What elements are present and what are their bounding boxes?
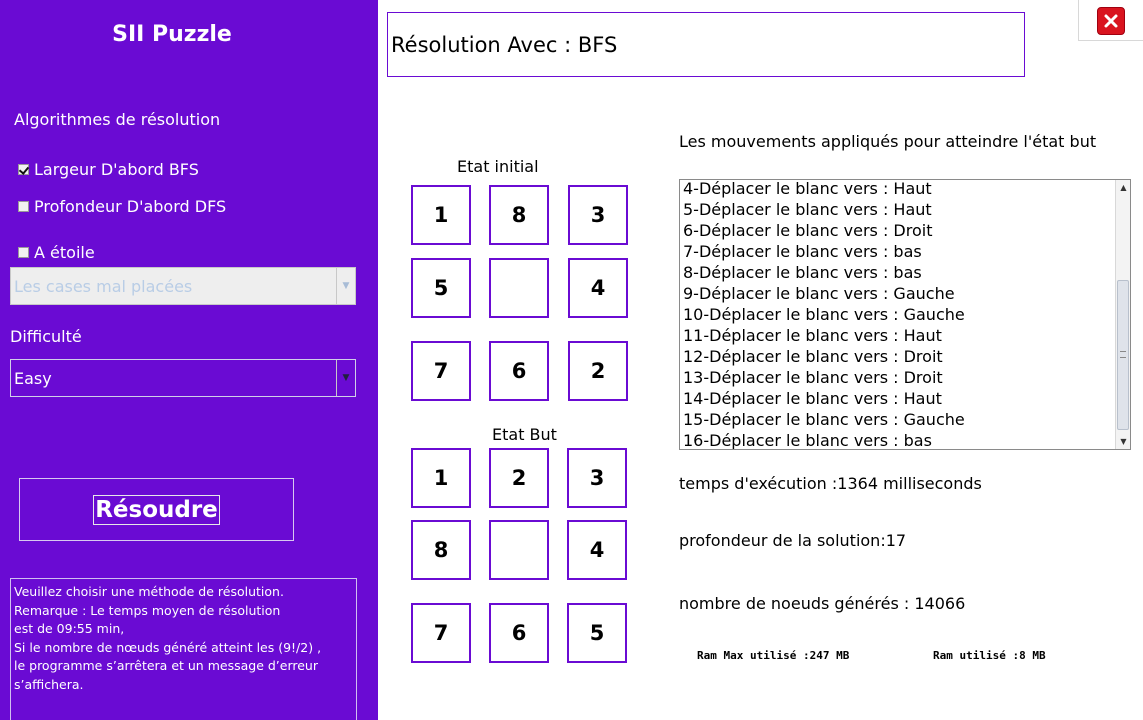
option-dfs-label: Profondeur D'abord DFS bbox=[34, 197, 227, 216]
list-item: 9-Déplacer le blanc vers : Gauche bbox=[683, 284, 955, 303]
list-item: 5-Déplacer le blanc vers : Haut bbox=[683, 200, 932, 219]
moves-label: Les mouvements appliqués pour atteindre … bbox=[679, 132, 1097, 151]
moves-scrollbar[interactable]: ▲ ▼ bbox=[1115, 180, 1130, 449]
list-item: 7-Déplacer le blanc vers : bas bbox=[683, 242, 922, 261]
list-item: 15-Déplacer le blanc vers : Gauche bbox=[683, 410, 965, 429]
scroll-down-icon[interactable]: ▼ bbox=[1116, 434, 1130, 449]
list-item: 14-Déplacer le blanc vers : Haut bbox=[683, 389, 942, 408]
option-dfs[interactable]: Profondeur D'abord DFS bbox=[18, 197, 226, 216]
initial-state-title: Etat initial bbox=[457, 157, 539, 176]
scroll-thumb[interactable] bbox=[1117, 280, 1129, 430]
list-item: 16-Déplacer le blanc vers : bas bbox=[683, 431, 932, 450]
page-title: Résolution Avec : BFS bbox=[387, 12, 1025, 77]
initial-tile: 2 bbox=[568, 341, 628, 401]
info-line: Si le nombre de nœuds généré atteint les… bbox=[14, 639, 322, 655]
close-icon[interactable] bbox=[1097, 7, 1125, 35]
difficulty-select-value: Easy bbox=[14, 368, 52, 388]
initial-tile: 8 bbox=[489, 185, 549, 245]
dfs-checkbox-icon[interactable] bbox=[18, 201, 29, 212]
option-astar[interactable]: A étoile bbox=[18, 243, 95, 262]
goal-tile: 2 bbox=[489, 448, 549, 508]
nodes-generated: nombre de noeuds générés : 14066 bbox=[679, 594, 966, 613]
ram-max: Ram Max utilisé :247 MB bbox=[697, 649, 850, 662]
difficulty-label: Difficulté bbox=[10, 327, 82, 346]
info-line: le programme s’arrêtera et un message d’… bbox=[14, 658, 318, 673]
execution-time: temps d'exécution :1364 milliseconds bbox=[679, 474, 982, 493]
scroll-up-icon[interactable]: ▲ bbox=[1116, 180, 1130, 195]
chevron-down-icon[interactable]: ▼ bbox=[336, 360, 355, 396]
heuristic-select[interactable]: Les cases mal placées ▼ bbox=[10, 267, 356, 305]
goal-tile: 3 bbox=[567, 448, 627, 508]
initial-tile: 1 bbox=[411, 185, 471, 245]
info-line: Veuillez choisir une méthode de résoluti… bbox=[14, 584, 284, 599]
sidebar: SII Puzzle Algorithmes de résolution Lar… bbox=[0, 0, 378, 720]
list-item: 10-Déplacer le blanc vers : Gauche bbox=[683, 305, 965, 324]
astar-checkbox-icon[interactable] bbox=[18, 247, 29, 258]
solve-button-label: Résoudre bbox=[93, 494, 220, 525]
option-bfs[interactable]: Largeur D'abord BFS bbox=[18, 160, 199, 179]
option-astar-label: A étoile bbox=[34, 243, 95, 262]
option-bfs-label: Largeur D'abord BFS bbox=[34, 160, 199, 179]
goal-tile: 7 bbox=[411, 603, 471, 663]
goal-tile: 4 bbox=[567, 520, 627, 580]
initial-tile: 5 bbox=[411, 258, 471, 318]
initial-tile: 6 bbox=[489, 341, 549, 401]
bfs-checkbox-icon[interactable] bbox=[18, 164, 29, 175]
solve-button[interactable]: Résoudre bbox=[19, 478, 294, 541]
app-title: SII Puzzle bbox=[112, 22, 232, 47]
goal-tile: 1 bbox=[411, 448, 471, 508]
goal-tile: 8 bbox=[411, 520, 471, 580]
list-item: 8-Déplacer le blanc vers : bas bbox=[683, 263, 922, 282]
initial-tile: 4 bbox=[568, 258, 628, 318]
chevron-down-icon[interactable]: ▼ bbox=[336, 268, 355, 304]
info-line: Remarque : Le temps moyen de résolution bbox=[14, 602, 281, 618]
heuristic-select-value: Les cases mal placées bbox=[14, 276, 193, 296]
list-item: 12-Déplacer le blanc vers : Droit bbox=[683, 347, 943, 366]
algorithms-label: Algorithmes de résolution bbox=[14, 110, 221, 129]
goal-tile: 5 bbox=[567, 603, 627, 663]
solution-depth: profondeur de la solution:17 bbox=[679, 531, 907, 550]
info-line: s’affichera. bbox=[14, 676, 84, 692]
difficulty-select[interactable]: Easy ▼ bbox=[10, 359, 356, 397]
info-message: Veuillez choisir une méthode de résoluti… bbox=[10, 578, 357, 720]
moves-list[interactable]: 4-Déplacer le blanc vers : Haut 5-Déplac… bbox=[679, 179, 1131, 450]
list-item: 6-Déplacer le blanc vers : Droit bbox=[683, 221, 933, 240]
ram-used: Ram utilisé :8 MB bbox=[933, 649, 1046, 662]
goal-tile-blank bbox=[489, 520, 549, 580]
goal-state-title: Etat But bbox=[492, 425, 557, 444]
initial-tile: 3 bbox=[568, 185, 628, 245]
list-item: 11-Déplacer le blanc vers : Haut bbox=[683, 326, 942, 345]
list-item: 4-Déplacer le blanc vers : Haut bbox=[683, 179, 932, 198]
list-item: 13-Déplacer le blanc vers : Droit bbox=[683, 368, 943, 387]
initial-tile: 7 bbox=[411, 341, 471, 401]
info-line: est de 09:55 min, bbox=[14, 621, 125, 636]
goal-tile: 6 bbox=[489, 603, 549, 663]
initial-tile-blank bbox=[489, 258, 549, 318]
close-x-icon bbox=[1104, 14, 1118, 28]
